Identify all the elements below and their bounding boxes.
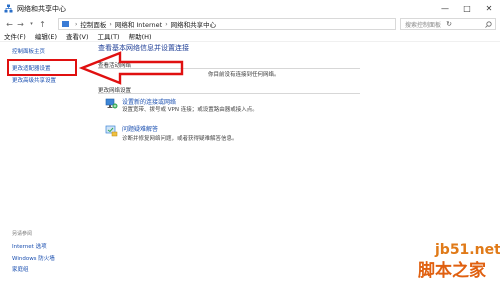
red-annotation-arrow-icon — [78, 51, 184, 85]
watermark-name: 脚本之家 — [418, 261, 486, 281]
